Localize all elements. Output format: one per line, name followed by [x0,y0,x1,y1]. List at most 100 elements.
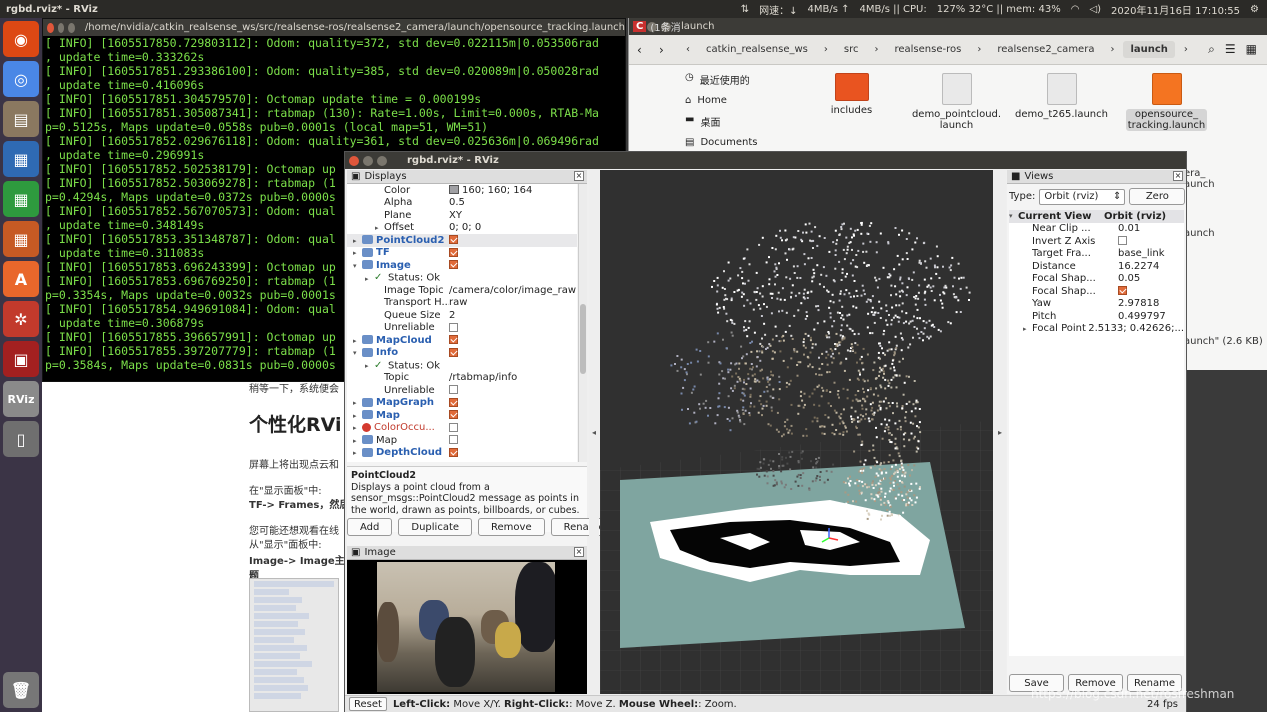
display-row-value[interactable] [449,247,458,258]
rviz-titlebar[interactable]: rgbd.rviz* - RViz [345,152,1186,169]
chevron-down-icon[interactable]: ▾ [353,349,362,357]
browser-tab-peek[interactable]: C (1条消 [633,19,681,34]
display-row[interactable]: Color 160; 160; 164 [347,184,577,197]
software-center-icon[interactable]: A [3,261,39,297]
power-gear-icon[interactable]: ⚙ [1250,4,1259,15]
display-row[interactable]: ▸ PointCloud2 [347,234,577,247]
close-icon[interactable] [349,155,359,166]
view-type-select[interactable]: Orbit (rviz) ⇕ [1039,188,1126,205]
display-row[interactable]: ▸ DepthCloud [347,447,577,460]
view-property-row[interactable]: Near Clip ... 0.01 [1009,223,1184,236]
file-item[interactable]: includes [814,73,889,131]
close-panel-icon[interactable]: × [1173,171,1183,181]
view-property-row[interactable]: Focal Shap... [1009,285,1184,298]
search-icon[interactable]: ⌕ [1208,42,1215,57]
view-property-row[interactable]: Invert Z Axis [1009,235,1184,248]
file-item[interactable]: opensource_ tracking.launch [1125,73,1208,131]
display-row-value[interactable] [449,435,458,446]
chevron-right-icon[interactable]: ▸ [353,412,362,420]
display-row-value[interactable]: /camera/color/image_raw [449,285,576,296]
displays-scrollbar[interactable] [578,184,587,462]
display-row[interactable]: ▾ Info [347,347,577,360]
remove-display-button[interactable]: Remove [478,518,545,536]
view-property-row[interactable]: Distance 16.2274 [1009,260,1184,273]
display-row-value[interactable] [449,397,458,408]
color-swatch[interactable] [449,185,459,195]
back-icon[interactable]: ‹ [637,43,642,57]
close-panel-icon[interactable]: × [574,547,584,557]
display-row-value[interactable] [449,335,458,346]
scrollbar-thumb[interactable] [580,304,586,374]
chevron-right-icon[interactable]: ▸ [353,424,362,432]
display-row-value[interactable] [449,235,458,246]
close-icon[interactable] [47,22,54,33]
file-item[interactable]: demo_t265.launch [1015,73,1108,131]
enabled-checkbox[interactable] [449,422,458,432]
calc-icon[interactable]: ▦ [3,181,39,217]
display-row-value[interactable]: /rtabmap/info [449,372,517,383]
enabled-checkbox[interactable] [449,260,458,270]
chevron-right-icon[interactable]: ▸ [1023,325,1032,333]
enabled-checkbox[interactable] [449,435,458,445]
display-row[interactable]: Queue Size 2 [347,309,577,322]
display-row-value[interactable] [449,347,458,358]
display-row-value[interactable]: XY [449,210,462,221]
views-tree[interactable]: ▾ Current View Orbit (rviz) Near Clip ..… [1009,210,1184,656]
breadcrumb-item[interactable]: catkin_realsense_ws [699,41,815,58]
terminal-titlebar[interactable]: /home/nvidia/catkin_realsense_ws/src/rea… [43,19,625,36]
ubuntu-dash-icon[interactable]: ◉ [3,21,39,57]
minimize-icon[interactable] [363,155,373,166]
display-row[interactable]: ▸ ✓ Status: Ok [347,272,577,285]
display-row-value[interactable]: raw [449,297,467,308]
display-row-value[interactable]: 0.5 [449,197,465,208]
view-property-value[interactable]: 2.5133; 0.42626;... [1088,323,1184,334]
zero-button[interactable]: Zero [1129,188,1186,205]
display-row-value[interactable]: 2 [449,310,455,321]
view-property-value[interactable]: base_link [1118,248,1165,259]
breadcrumb-item[interactable]: realsense2_camera [990,41,1101,58]
display-row[interactable]: ▸ ✓ Status: Ok [347,359,577,372]
duplicate-display-button[interactable]: Duplicate [398,518,473,536]
breadcrumb-prev-icon[interactable]: ‹ [679,41,697,58]
chevron-right-icon[interactable]: ▸ [353,449,362,457]
file-item[interactable]: demo_pointcloud. launch [912,73,1001,131]
enabled-checkbox[interactable] [449,322,458,332]
view-property-row[interactable]: Focal Shap... 0.05 [1009,273,1184,286]
sound-icon[interactable]: ◁) [1089,4,1101,15]
display-row[interactable]: Unreliable [347,384,577,397]
files-icon[interactable]: ▤ [3,101,39,137]
enabled-checkbox[interactable] [449,347,458,357]
enabled-checkbox[interactable] [449,397,458,407]
view-property-value[interactable]: 2.97818 [1118,298,1159,309]
chevron-right-icon[interactable]: ▸ [353,437,362,445]
reset-button[interactable]: Reset [349,697,387,711]
maximize-icon[interactable] [68,22,75,33]
enabled-checkbox[interactable] [449,410,458,420]
breadcrumb-item[interactable]: src [837,41,866,58]
breadcrumb-item[interactable]: launch [1123,41,1175,58]
breadcrumb-next-icon[interactable]: › [1177,41,1195,58]
view-property-value[interactable]: 0.01 [1118,223,1140,234]
display-row-value[interactable]: 0; 0; 0 [449,222,481,233]
display-row[interactable]: Topic/rtabmap/info [347,372,577,385]
current-view-row[interactable]: ▾ Current View Orbit (rviz) [1009,210,1184,223]
terminal-icon[interactable]: ▣ [3,341,39,377]
display-row[interactable]: ▸ Map [347,409,577,422]
enabled-checkbox[interactable] [449,335,458,345]
grid-view-icon[interactable]: ▦ [1246,42,1257,57]
view-property-value[interactable]: 0.05 [1118,273,1140,284]
chrome-icon[interactable]: ◎ [3,61,39,97]
displays-tree[interactable]: Color 160; 160; 164 Alpha 0.5 Plane XY ▸ Offset… [347,184,577,462]
chevron-down-icon[interactable]: ▾ [353,262,362,270]
view-property-value[interactable] [1118,236,1127,247]
maximize-icon[interactable] [377,155,387,166]
chevron-right-icon[interactable]: ▸ [353,249,362,257]
display-row[interactable]: Unreliable [347,322,577,335]
view-property-row[interactable]: Pitch 0.499797 [1009,310,1184,323]
right-splitter-handle[interactable]: ▸ [994,170,1006,694]
list-view-icon[interactable]: ☰ [1225,42,1236,57]
minimize-icon[interactable] [57,22,65,33]
impress-icon[interactable]: ▦ [3,221,39,257]
display-row[interactable]: ▸ MapCloud [347,334,577,347]
trash-icon[interactable]: 🗑 [3,672,39,708]
